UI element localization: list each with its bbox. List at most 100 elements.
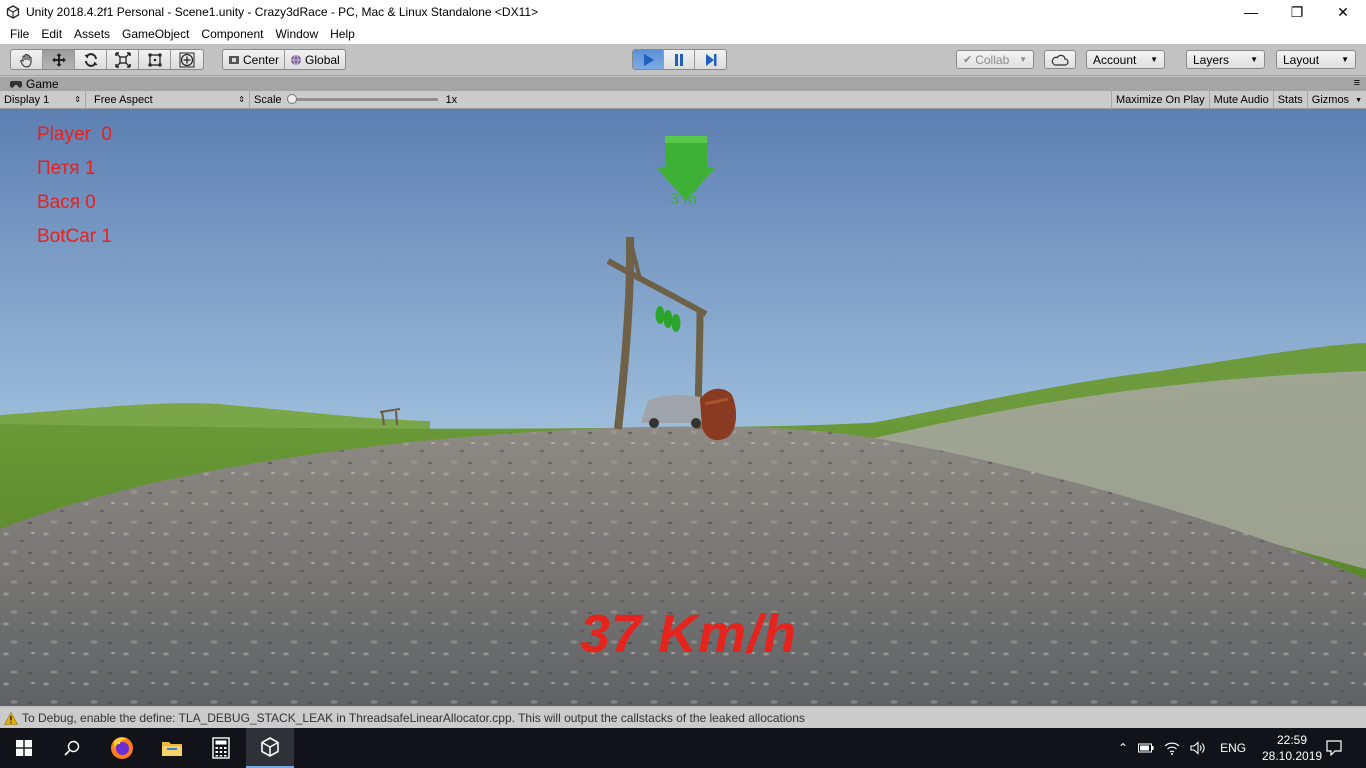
tab-options-icon[interactable]: ≡ <box>1354 77 1360 89</box>
globe-icon <box>291 54 302 66</box>
scale-tool-button[interactable] <box>107 50 139 69</box>
chevron-down-icon: ▼ <box>1150 55 1158 64</box>
folder-icon <box>162 742 182 756</box>
maximize-on-play-label: Maximize On Play <box>1116 94 1205 106</box>
tab-game[interactable]: Game <box>6 77 63 91</box>
menu-bar: File Edit Assets GameObject Component Wi… <box>0 24 1366 44</box>
hand-tool-button[interactable] <box>11 50 43 69</box>
account-dropdown[interactable]: Account ▼ <box>1086 50 1165 69</box>
maximize-on-play-toggle[interactable]: Maximize On Play <box>1111 91 1210 109</box>
transform-tools <box>10 49 204 70</box>
pivot-center-label: Center <box>243 52 280 67</box>
notification-icon <box>1326 740 1342 756</box>
windows-taskbar: ⌃ ENG 22:59 28.10.2019 <box>0 728 1366 768</box>
play-icon <box>644 53 654 66</box>
main-toolbar: Center Global ✔ Collab ▼ Account ▼ Layer… <box>0 44 1366 76</box>
pivot-center-button[interactable]: Center <box>223 50 286 69</box>
menu-assets[interactable]: Assets <box>68 27 116 41</box>
rect-tool-button[interactable] <box>139 50 171 69</box>
layers-dropdown[interactable]: Layers ▼ <box>1186 50 1265 69</box>
layout-label: Layout <box>1283 52 1320 67</box>
check-circle-icon: ✔ <box>963 54 973 66</box>
scale-label: Scale <box>254 93 282 106</box>
unity-logo-icon <box>6 5 20 19</box>
hand-icon <box>19 53 31 68</box>
restore-button[interactable]: ❐ <box>1274 0 1320 24</box>
action-center-button[interactable] <box>1310 728 1358 768</box>
scale-value: 1x <box>445 93 458 106</box>
menu-file[interactable]: File <box>4 27 35 41</box>
updown-arrows-icon: ⇕ <box>74 95 81 104</box>
volume-icon[interactable] <box>1190 741 1206 755</box>
move-icon <box>51 52 66 67</box>
scale-slider-thumb[interactable] <box>286 94 297 104</box>
cloud-icon <box>1051 54 1069 66</box>
chevron-down-icon: ▼ <box>1019 55 1027 64</box>
display-dropdown[interactable]: Display 1 ⇕ <box>0 90 86 109</box>
distance-marker-label: 3 m <box>670 191 697 208</box>
calculator-taskbar-button[interactable] <box>197 728 245 768</box>
scale-icon <box>114 51 131 68</box>
transform-tool-button[interactable] <box>171 50 203 69</box>
language-indicator[interactable]: ENG <box>1220 741 1246 755</box>
wifi-icon[interactable] <box>1164 741 1180 755</box>
system-tray: ⌃ ENG <box>1118 728 1246 768</box>
mute-audio-label: Mute Audio <box>1213 94 1269 106</box>
play-button[interactable] <box>633 50 664 69</box>
cloud-services-button[interactable] <box>1044 50 1076 69</box>
battery-icon[interactable] <box>1138 743 1154 753</box>
account-label: Account <box>1093 52 1137 67</box>
file-explorer-taskbar-button[interactable] <box>148 728 196 768</box>
menu-component[interactable]: Component <box>195 27 269 41</box>
menu-edit[interactable]: Edit <box>35 27 68 41</box>
step-button[interactable] <box>695 50 726 69</box>
menu-window[interactable]: Window <box>269 27 324 41</box>
stats-toggle[interactable]: Stats <box>1274 91 1308 109</box>
search-button[interactable] <box>48 728 96 768</box>
layout-dropdown[interactable]: Layout ▼ <box>1276 50 1356 69</box>
updown-arrows-icon: ⇕ <box>238 95 245 104</box>
unity-taskbar-button[interactable] <box>246 728 294 768</box>
rotate-icon <box>84 52 97 67</box>
calculator-icon <box>212 737 230 759</box>
chevron-up-icon[interactable]: ⌃ <box>1118 741 1128 755</box>
window-title: Unity 2018.4.2f1 Personal - Scene1.unity… <box>26 5 539 19</box>
scale-slider[interactable] <box>286 94 438 104</box>
pivot-center-icon <box>229 55 239 64</box>
tab-strip <box>0 77 1366 91</box>
collab-label: Collab <box>975 52 1010 67</box>
windows-logo-icon <box>16 740 32 756</box>
aspect-dropdown[interactable]: Free Aspect ⇕ <box>90 90 250 109</box>
chevron-down-icon: ▼ <box>1250 55 1258 64</box>
close-button[interactable]: ✕ <box>1320 0 1366 24</box>
firefox-icon <box>111 737 133 759</box>
transform-icon <box>179 52 195 67</box>
pivot-global-button[interactable]: Global <box>285 50 345 69</box>
score-vasya: Вася 0 <box>37 192 96 213</box>
move-tool-button[interactable] <box>43 50 75 69</box>
unity-logo-icon <box>261 737 279 757</box>
tab-game-label: Game <box>26 77 59 91</box>
firefox-taskbar-button[interactable] <box>98 728 146 768</box>
playback-controls <box>632 49 727 70</box>
search-icon <box>64 740 80 756</box>
game-view-toolbar: Display 1 ⇕ Free Aspect ⇕ Scale 1x Maxim… <box>0 90 1366 109</box>
scale-control: Scale 1x <box>250 91 461 109</box>
menu-gameobject[interactable]: GameObject <box>116 27 195 41</box>
start-button[interactable] <box>0 728 48 768</box>
mute-audio-toggle[interactable]: Mute Audio <box>1210 91 1274 109</box>
pause-button[interactable] <box>664 50 695 69</box>
collab-dropdown[interactable]: ✔ Collab ▼ <box>956 50 1034 69</box>
rect-transform-icon <box>148 53 161 66</box>
stats-label: Stats <box>1277 94 1303 106</box>
menu-help[interactable]: Help <box>324 27 361 41</box>
gizmos-dropdown[interactable]: Gizmos ▼ <box>1308 91 1366 109</box>
game-viewport[interactable]: Player 0 Петя 1 Вася 0 BotCar 1 3 m 37 K… <box>0 109 1366 706</box>
minimize-button[interactable]: — <box>1228 0 1274 24</box>
pause-icon <box>675 53 683 66</box>
score-botcar: BotCar 1 <box>37 226 112 247</box>
score-player: Player 0 <box>37 124 112 145</box>
console-status-bar[interactable]: To Debug, enable the define: TLA_DEBUG_S… <box>0 708 1366 728</box>
rotate-tool-button[interactable] <box>75 50 107 69</box>
step-icon <box>705 53 716 66</box>
